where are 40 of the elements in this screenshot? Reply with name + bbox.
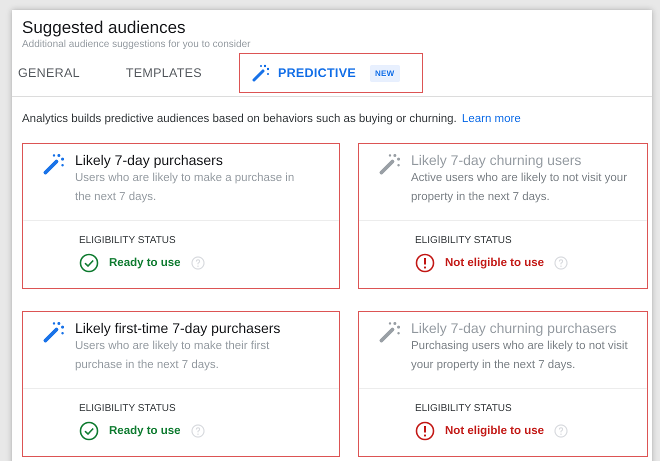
card-title: Likely first-time 7-day purchasers xyxy=(75,320,282,336)
audience-card[interactable]: Likely 7-day purchasers Users who are likely to make a purchase in the next 7 days. ELIGIBILITY STATUS Ready to use xyxy=(22,143,340,289)
status-text: Ready to use xyxy=(109,425,181,437)
card-title: Likely 7-day churning purchasers xyxy=(411,320,618,336)
check-circle-icon xyxy=(79,421,99,441)
magic-wand-icon xyxy=(43,321,65,343)
alert-circle-icon xyxy=(415,253,435,273)
card-title: Likely 7-day purchasers xyxy=(75,152,224,168)
card-description: Users who are likely to make a purchase in the next 7 days. xyxy=(75,171,296,205)
status-label: ELIGIBILITY STATUS xyxy=(415,235,513,246)
dialog-title: Suggested audiences xyxy=(22,18,187,38)
status-label: ELIGIBILITY STATUS xyxy=(79,403,177,414)
help-icon[interactable] xyxy=(554,256,568,270)
status-text: Not eligible to use xyxy=(445,425,544,437)
status-text: Not eligible to use xyxy=(445,257,544,269)
audience-card[interactable]: Likely 7-day churning users Active users who are likely to not visit your property in the next 7 days. ELIGIBILITY STATUS Not eligible to use xyxy=(358,143,648,289)
magic-wand-icon xyxy=(379,321,401,343)
status-text: Ready to use xyxy=(109,257,181,269)
audience-card[interactable]: Likely 7-day churning purchasers Purchasing users who are likely to not visit your property in the next 7 days. ELIGIBILITY STATUS Not eligible to use xyxy=(358,311,648,457)
help-icon[interactable] xyxy=(190,256,205,270)
card-description: Users who are likely to make their first purchase in the next 7 days. xyxy=(75,339,270,373)
learn-more-link[interactable]: Learn more xyxy=(462,113,521,125)
help-icon[interactable] xyxy=(190,424,205,438)
dialog-subtitle: Additional audience suggestions for you to consider xyxy=(22,39,252,50)
magic-wand-icon xyxy=(379,153,401,175)
new-badge: NEW xyxy=(370,64,400,82)
tab[interactable]: GENERAL xyxy=(18,51,80,95)
intro-text: Analytics builds predictive audiences based on behaviors such as buying or churning. xyxy=(22,113,457,125)
tab[interactable]: PREDICTIVE NEW xyxy=(238,53,423,93)
check-circle-icon xyxy=(79,253,99,273)
status-label: ELIGIBILITY STATUS xyxy=(415,403,513,414)
alert-circle-icon xyxy=(415,421,435,441)
card-description: Active users who are likely to not visit your property in the next 7 days. xyxy=(411,171,628,205)
magic-wand-icon xyxy=(43,153,65,175)
status-label: ELIGIBILITY STATUS xyxy=(79,235,177,246)
card-description: Purchasing users who are likely to not visit your property in the next 7 days. xyxy=(411,339,629,373)
tab[interactable]: TEMPLATES xyxy=(126,51,202,95)
help-icon[interactable] xyxy=(554,424,568,438)
card-title: Likely 7-day churning users xyxy=(411,152,582,168)
audience-card[interactable]: Likely first-time 7-day purchasers Users who are likely to make their first purchase in the next 7 days. ELIGIBILITY STATUS Ready to use xyxy=(22,311,340,457)
